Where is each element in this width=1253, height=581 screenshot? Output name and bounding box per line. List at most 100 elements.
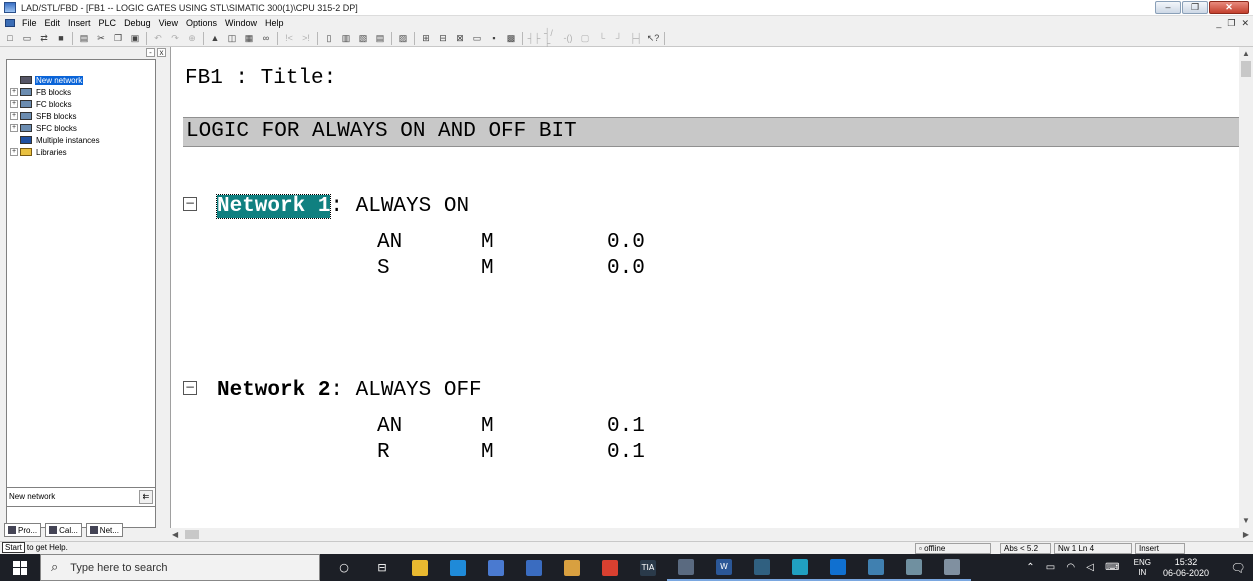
paint-icon[interactable] [553,554,591,581]
copy-icon[interactable]: ❐ [111,32,125,45]
tree-item[interactable]: + FB blocks [7,86,155,98]
branch-close-icon[interactable]: ┘ [612,32,626,45]
minimize-button[interactable]: – [1155,1,1181,14]
menu-debug[interactable]: Debug [120,16,155,30]
overview-icon[interactable]: ▯ [322,32,336,45]
stl-statement[interactable]: AN M 0.1 [377,415,645,438]
pane-close-icon[interactable]: x [157,48,166,57]
block-title[interactable]: FB1 : Title: [185,67,336,90]
ladder-view-icon[interactable]: ▧ [356,32,370,45]
file-explorer-icon[interactable] [401,554,439,581]
pane-tab[interactable]: Pro... [4,523,42,537]
word-icon[interactable]: W [705,554,743,581]
tree-item[interactable]: New network [7,74,155,86]
clock[interactable]: 15:32 06-06-2020 [1163,557,1209,579]
stl-statement[interactable]: R M 0.1 [377,441,645,464]
menu-edit[interactable]: Edit [41,16,65,30]
fbd-view-icon[interactable]: ▨ [396,32,410,45]
save-icon[interactable]: ■ [54,32,68,45]
collapse-network-icon[interactable]: − [183,381,197,395]
netpro-icon[interactable] [895,554,933,581]
open-icon[interactable]: ▭ [20,32,34,45]
menu-insert[interactable]: Insert [64,16,95,30]
shape-icon[interactable] [781,554,819,581]
pane-tab[interactable]: Net... [85,523,123,537]
vertical-scrollbar[interactable]: ▲ ▼ [1239,47,1253,528]
next-network-icon[interactable]: >! [299,32,313,45]
call-structure-icon[interactable]: ⊠ [453,32,467,45]
teamviewer-icon[interactable] [819,554,857,581]
contact-nc-icon[interactable]: ┤/├ [544,28,558,48]
stl-editor[interactable]: FB1 : Title: LOGIC FOR ALWAYS ON AND OFF… [170,47,1239,528]
horizontal-scrollbar[interactable]: ◀ ▶ [170,528,1253,541]
compare-icon[interactable]: ⊕ [185,32,199,45]
program-elements-tree[interactable]: New network + FB blocks + FC blocks + SFB bloc… [6,59,156,528]
expand-icon[interactable]: + [10,124,18,132]
network-header[interactable]: Network 1: ALWAYS ON [215,194,469,219]
expand-icon[interactable]: + [10,112,18,120]
scroll-down-icon[interactable]: ▼ [1239,514,1253,528]
tree-item[interactable]: + SFC blocks [7,122,155,134]
screen-icon[interactable] [743,554,781,581]
menu-view[interactable]: View [155,16,182,30]
monitor-icon[interactable]: ◫ [225,32,239,45]
menu-options[interactable]: Options [182,16,221,30]
task-view-icon[interactable]: ⊟ [363,554,401,581]
menu-file[interactable]: File [18,16,41,30]
branch-open-icon[interactable]: └ [595,32,609,45]
input-language[interactable]: ENG IN [1134,558,1151,578]
notifications-icon[interactable]: 🗨 [1223,561,1253,575]
stl-statement[interactable]: AN M 0.0 [377,231,645,254]
undo-icon[interactable]: ↶ [151,32,165,45]
insert-element-icon[interactable]: ⇇ [139,490,153,504]
print-icon[interactable]: ▤ [77,32,91,45]
chrome-icon[interactable] [591,554,629,581]
stl-statement[interactable]: S M 0.0 [377,257,645,280]
tia-portal-icon[interactable]: TIA [629,554,667,581]
mail-icon[interactable] [515,554,553,581]
simatic-manager-icon[interactable] [667,554,705,581]
cortana-icon[interactable]: ○ [325,554,363,581]
network-title[interactable]: : ALWAYS ON [330,195,469,218]
pane-pin-icon[interactable]: - [146,48,155,57]
glasses-icon[interactable]: ∞ [259,32,273,45]
redo-icon[interactable]: ↷ [168,32,182,45]
lad-stl-fbd-icon[interactable] [933,554,971,581]
plcsim-icon[interactable] [857,554,895,581]
network-title[interactable]: : ALWAYS OFF [330,379,481,402]
network-label[interactable]: Network 1 [215,194,332,219]
expand-icon[interactable]: + [10,88,18,96]
tray-icons[interactable]: ⌃ ▭ ◠ ◁ ⌨ [1026,562,1123,573]
start-button[interactable] [0,554,40,581]
maximize-button[interactable]: ❐ [1182,1,1208,14]
scroll-left-icon[interactable]: ◀ [172,528,178,541]
addresses-icon[interactable]: ▪ [487,32,501,45]
menu-window[interactable]: Window [221,16,261,30]
new-network-icon[interactable]: ⊞ [419,32,433,45]
cut-icon[interactable]: ✂ [94,32,108,45]
symbol-info-icon[interactable]: ▭ [470,32,484,45]
paste-icon[interactable]: ▣ [128,32,142,45]
document-icon[interactable] [5,19,15,27]
mdi-minimize-icon[interactable]: _ [1216,16,1221,30]
mdi-restore-icon[interactable]: ❐ [1227,16,1235,30]
taskbar-search[interactable]: ⌕ Type here to search [40,554,320,581]
module-info-icon[interactable]: ▦ [242,32,256,45]
vertical-scroll-thumb[interactable] [1241,61,1251,77]
contact-no-icon[interactable]: ┤├ [527,32,541,45]
tree-item[interactable]: + SFB blocks [7,110,155,122]
expand-icon[interactable]: + [10,100,18,108]
store-icon[interactable] [477,554,515,581]
scroll-right-icon[interactable]: ▶ [1243,528,1249,541]
download-icon[interactable]: ▲ [208,32,222,45]
tree-item[interactable]: Multiple instances [7,134,155,146]
expand-icon[interactable]: + [10,148,18,156]
horizontal-scroll-thumb[interactable] [185,530,199,539]
block-comment[interactable]: LOGIC FOR ALWAYS ON AND OFF BIT [183,117,1239,147]
pane-tab[interactable]: Cal... [45,523,82,537]
connection-icon[interactable]: ├┤ [629,32,643,45]
coil-icon[interactable]: -() [561,32,575,45]
scroll-up-icon[interactable]: ▲ [1239,47,1253,61]
edge-icon[interactable] [439,554,477,581]
accessible-nodes-icon[interactable]: ⇄ [37,32,51,45]
